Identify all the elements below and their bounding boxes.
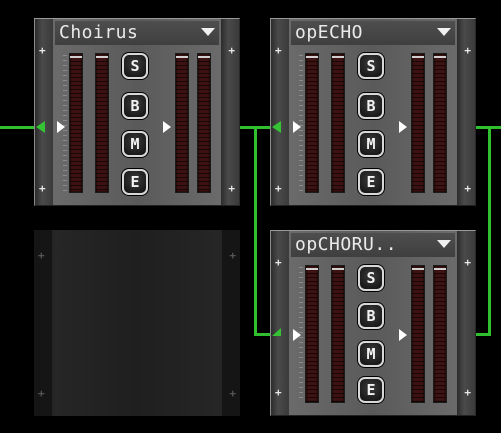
- plus-icon[interactable]: +: [275, 183, 282, 194]
- plus-icon[interactable]: +: [275, 257, 282, 268]
- plus-icon[interactable]: +: [228, 183, 235, 194]
- plus-icon[interactable]: +: [38, 250, 45, 261]
- plus-icon[interactable]: +: [275, 45, 282, 56]
- mute-button[interactable]: M: [358, 131, 384, 157]
- input-port-icon[interactable]: [57, 121, 65, 133]
- plus-icon[interactable]: +: [464, 387, 471, 398]
- edit-button[interactable]: E: [122, 169, 148, 195]
- plus-icon[interactable]: +: [38, 388, 45, 399]
- device-opecho[interactable]: opECHO + + + + S B M E: [270, 18, 476, 206]
- plus-icon[interactable]: +: [229, 250, 236, 261]
- edit-icon: E: [130, 173, 140, 191]
- output-meter-left: [175, 53, 189, 193]
- solo-icon: S: [366, 269, 376, 287]
- input-meter-left: [69, 53, 83, 193]
- input-meter-right: [331, 265, 345, 403]
- plus-icon[interactable]: +: [464, 183, 471, 194]
- device-choirus[interactable]: Choirus + + + + S B M E: [34, 18, 240, 206]
- solo-button[interactable]: S: [122, 53, 148, 79]
- wire-output-opchorus: [476, 333, 490, 336]
- input-port-icon[interactable]: [293, 329, 301, 341]
- mute-icon: M: [130, 135, 140, 153]
- bypass-icon: B: [366, 97, 376, 115]
- wire-input: [0, 126, 36, 129]
- solo-button[interactable]: S: [358, 53, 384, 79]
- output-meter-right: [197, 53, 211, 193]
- input-connector-icon[interactable]: [272, 328, 281, 336]
- plus-icon[interactable]: +: [275, 387, 282, 398]
- wire-output-vertical: [488, 126, 491, 336]
- plus-icon[interactable]: +: [464, 45, 471, 56]
- output-meter-right: [433, 265, 447, 403]
- mute-button[interactable]: M: [122, 131, 148, 157]
- output-meter-right: [433, 53, 447, 193]
- input-meter-right: [331, 53, 345, 193]
- edit-icon: E: [366, 173, 376, 191]
- empty-device-slot[interactable]: + + + +: [34, 230, 240, 416]
- output-meter-left: [411, 265, 425, 403]
- solo-button[interactable]: S: [358, 265, 384, 291]
- input-meter-right: [95, 53, 109, 193]
- dropdown-arrow-icon[interactable]: [437, 240, 451, 248]
- device-opchorus[interactable]: opCHORU.. + + + + S B M E: [270, 230, 476, 416]
- input-connector-icon[interactable]: [36, 121, 45, 133]
- bypass-button[interactable]: B: [358, 303, 384, 329]
- output-port-icon[interactable]: [399, 329, 407, 341]
- mute-button[interactable]: M: [358, 341, 384, 367]
- input-meter-left: [305, 53, 319, 193]
- mute-icon: M: [366, 345, 376, 363]
- device-title[interactable]: opECHO: [295, 22, 363, 43]
- input-meter-left: [305, 265, 319, 403]
- dropdown-arrow-icon[interactable]: [201, 28, 215, 36]
- dropdown-arrow-icon[interactable]: [437, 28, 451, 36]
- edit-button[interactable]: E: [358, 377, 384, 403]
- device-title[interactable]: opCHORU..: [295, 234, 397, 255]
- wire-branch-vertical: [254, 126, 257, 336]
- bypass-button[interactable]: B: [122, 93, 148, 119]
- input-port-icon[interactable]: [293, 121, 301, 133]
- plus-icon[interactable]: +: [464, 257, 471, 268]
- output-port-icon[interactable]: [163, 121, 171, 133]
- edit-button[interactable]: E: [358, 169, 384, 195]
- plus-icon[interactable]: +: [39, 183, 46, 194]
- device-title[interactable]: Choirus: [59, 22, 138, 43]
- input-connector-icon[interactable]: [272, 121, 281, 133]
- solo-icon: S: [130, 57, 140, 75]
- output-meter-left: [411, 53, 425, 193]
- bypass-icon: B: [366, 307, 376, 325]
- bypass-button[interactable]: B: [358, 93, 384, 119]
- bypass-icon: B: [130, 97, 140, 115]
- plus-icon[interactable]: +: [39, 45, 46, 56]
- edit-icon: E: [366, 381, 376, 399]
- mute-icon: M: [366, 135, 376, 153]
- solo-icon: S: [366, 57, 376, 75]
- output-port-icon[interactable]: [399, 121, 407, 133]
- plus-icon[interactable]: +: [228, 45, 235, 56]
- plus-icon[interactable]: +: [229, 388, 236, 399]
